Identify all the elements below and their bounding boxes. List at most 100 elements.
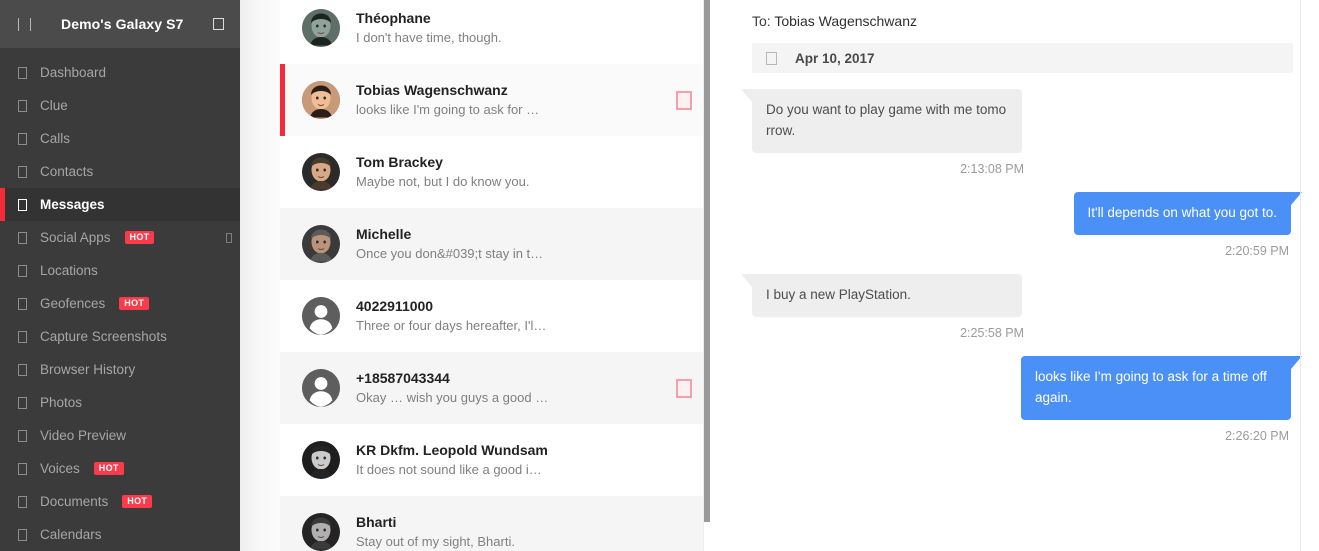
thread-preview: Okay … wish you guys a good … xyxy=(356,389,549,405)
thread-name: +18587043344 xyxy=(356,369,450,386)
message-bubble[interactable]: looks like I'm going to ask for a time o… xyxy=(1021,355,1302,420)
sidebar-item-label: Calls xyxy=(40,131,71,146)
thread-list-item[interactable]: 4022911000 Three or four days hereafter, … xyxy=(280,280,710,352)
sidebar-item-social-apps[interactable]: Social Apps HOT xyxy=(0,221,240,254)
conversation-recipient: To: Tobias Wagenschwanz xyxy=(740,0,1293,29)
sidebar-item-voices[interactable]: Voices HOT xyxy=(0,452,240,485)
thread-text: Bharti Stay out of my sight, Bharti. xyxy=(356,513,692,551)
device-title: Demo's Galaxy S7 xyxy=(61,16,184,32)
thread-preview: I don't have time, though. xyxy=(356,29,502,45)
messages-app: Demo's Galaxy S7 Dashboard Clue Calls Conta… xyxy=(0,0,1319,551)
conversation-date-header: Apr 10, 2017 xyxy=(752,43,1293,73)
device-icon[interactable] xyxy=(213,15,224,33)
thread-list-scrollbar[interactable] xyxy=(703,0,710,551)
thread-preview: Maybe not, but I do know you. xyxy=(356,173,530,189)
thread-text: Tobias Wagenschwanz looks like I'm going … xyxy=(356,81,676,120)
thread-preview: Three or four days hereafter, I'l… xyxy=(356,317,547,333)
thread-name: Bharti xyxy=(356,513,397,530)
sidebar-item-calendars[interactable]: Calendars xyxy=(0,518,240,551)
clue-icon xyxy=(18,99,40,112)
sidebar: Demo's Galaxy S7 Dashboard Clue Calls Conta… xyxy=(0,0,240,551)
sidebar-item-calls[interactable]: Calls xyxy=(0,122,240,155)
sidebar-header: Demo's Galaxy S7 xyxy=(0,0,240,48)
hot-badge: HOT xyxy=(124,230,155,245)
screenshot-icon xyxy=(18,330,40,343)
thread-list-panel: Théophane I don't have time, though. Tobia… xyxy=(280,0,710,551)
thread-list: Théophane I don't have time, though. Tobia… xyxy=(280,0,710,551)
locations-icon xyxy=(18,264,40,277)
sidebar-item-geofences[interactable]: Geofences HOT xyxy=(0,287,240,320)
sidebar-item-label: Contacts xyxy=(40,164,94,179)
sidebar-item-locations[interactable]: Locations xyxy=(0,254,240,287)
sidebar-item-label: Dashboard xyxy=(40,65,107,80)
sidebar-item-label: Calendars xyxy=(40,527,102,542)
thread-name: Tobias Wagenschwanz xyxy=(356,81,508,98)
avatar xyxy=(302,513,340,551)
thread-name: Michelle xyxy=(356,225,412,242)
thread-preview: Once you don&#039;t stay in t… xyxy=(356,245,544,261)
thread-list-item[interactable]: Tobias Wagenschwanz looks like I'm going … xyxy=(280,64,710,136)
thread-name: Tom Brackey xyxy=(356,153,443,170)
avatar xyxy=(302,153,340,191)
thread-list-item[interactable]: +18587043344 Okay … wish you guys a good … xyxy=(280,352,710,424)
contacts-icon xyxy=(18,165,40,178)
avatar xyxy=(302,441,340,479)
thread-list-item[interactable]: Théophane I don't have time, though. xyxy=(280,0,710,64)
hot-badge: HOT xyxy=(119,296,150,311)
calendars-icon xyxy=(18,528,40,541)
message-bubble[interactable]: It'll depends on what you got to. xyxy=(1073,191,1303,235)
messages-icon xyxy=(18,198,40,211)
sidebar-item-messages[interactable]: Messages xyxy=(0,188,240,221)
thread-list-item[interactable]: KR Dkfm. Leopold Wundsam It does not soun… xyxy=(280,424,710,496)
thread-text: KR Dkfm. Leopold Wundsam It does not soun… xyxy=(356,441,692,480)
sidebar-item-dashboard[interactable]: Dashboard xyxy=(0,56,240,89)
sidebar-item-label: Video Preview xyxy=(40,428,127,443)
sidebar-item-label: Capture Screenshots xyxy=(40,329,167,344)
sidebar-item-label: Social Apps xyxy=(40,230,111,245)
message-in: Do you want to play game with me tomorro… xyxy=(740,89,1293,176)
sidebar-item-contacts[interactable]: Contacts xyxy=(0,155,240,188)
message-timestamp: 2:25:58 PM xyxy=(960,325,1024,340)
message-timestamp: 2:20:59 PM xyxy=(1225,243,1289,258)
thread-list-item[interactable]: Michelle Once you don&#039;t stay in t… xyxy=(280,208,710,280)
message-bubble[interactable]: I buy a new PlayStation. xyxy=(741,273,1022,317)
avatar xyxy=(302,81,340,119)
unread-flag-icon[interactable] xyxy=(676,90,692,110)
scrollbar-thumb[interactable] xyxy=(704,0,710,522)
photos-icon xyxy=(18,396,40,409)
message-out: looks like I'm going to ask for a time o… xyxy=(740,355,1302,443)
date-label: Apr 10, 2017 xyxy=(795,50,875,66)
thread-list-item[interactable]: Bharti Stay out of my sight, Bharti. xyxy=(280,496,710,551)
sidebar-item-documents[interactable]: Documents HOT xyxy=(0,485,240,518)
thread-list-item[interactable]: Tom Brackey Maybe not, but I do know you. xyxy=(280,136,710,208)
thread-name: Théophane xyxy=(356,9,431,26)
voices-icon xyxy=(18,462,40,475)
hamburger-icon[interactable] xyxy=(18,17,39,31)
thread-name: KR Dkfm. Leopold Wundsam xyxy=(356,441,548,458)
documents-icon xyxy=(18,495,40,508)
avatar xyxy=(302,9,340,47)
sidebar-item-video-preview[interactable]: Video Preview xyxy=(0,419,240,452)
sidebar-nav: Dashboard Clue Calls Contacts Messages Social… xyxy=(0,48,240,551)
panel-gutter xyxy=(240,0,280,551)
thread-text: 4022911000 Three or four days hereafter, … xyxy=(356,297,692,336)
panel-divider xyxy=(1300,0,1301,551)
sidebar-item-photos[interactable]: Photos xyxy=(0,386,240,419)
sidebar-item-clue[interactable]: Clue xyxy=(0,89,240,122)
unread-flag-icon[interactable] xyxy=(676,378,692,398)
sidebar-item-label: Locations xyxy=(40,263,98,278)
message-timestamp: 2:26:20 PM xyxy=(1225,428,1289,443)
chevron-down-icon[interactable] xyxy=(226,230,232,245)
avatar xyxy=(302,297,340,335)
social-icon xyxy=(18,231,40,244)
to-prefix-label: To: xyxy=(752,13,771,29)
sidebar-item-label: Messages xyxy=(40,197,105,212)
message-thread: Do you want to play game with me tomorro… xyxy=(740,89,1303,443)
sidebar-item-label: Clue xyxy=(40,98,68,113)
message-in: I buy a new PlayStation. 2:25:58 PM xyxy=(740,273,1293,340)
message-bubble[interactable]: Do you want to play game with me tomorro… xyxy=(741,89,1022,153)
sidebar-item-capture-screenshots[interactable]: Capture Screenshots xyxy=(0,320,240,353)
to-name-label: Tobias Wagenschwanz xyxy=(774,13,917,29)
sidebar-item-browser-history[interactable]: Browser History xyxy=(0,353,240,386)
sidebar-item-label: Photos xyxy=(40,395,83,410)
